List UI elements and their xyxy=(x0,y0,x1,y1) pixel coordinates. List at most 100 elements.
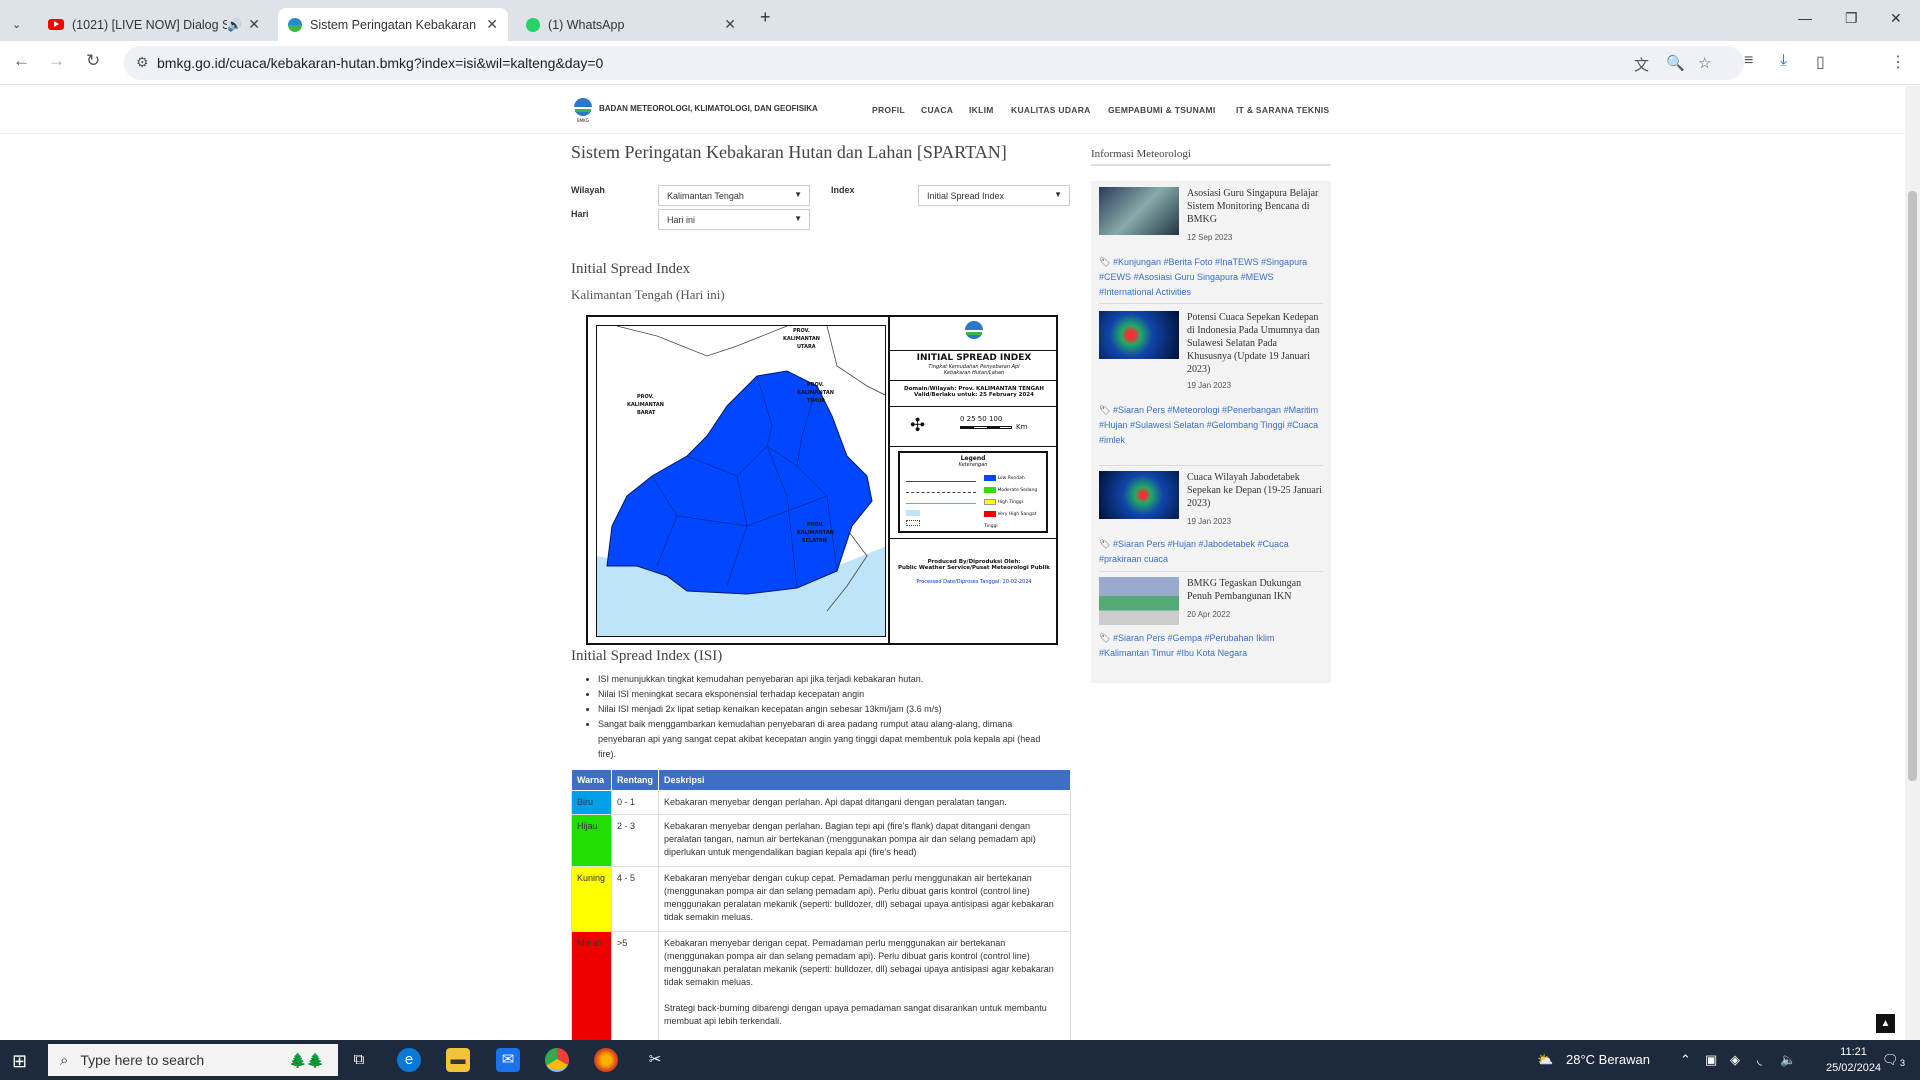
news-title[interactable]: Potensi Cuaca Sepekan Kedepan di Indones… xyxy=(1187,311,1323,376)
nav-cuaca[interactable]: CUACA xyxy=(921,105,953,115)
side-panel-icon[interactable]: ▯ xyxy=(1816,52,1825,72)
back-icon[interactable]: ← xyxy=(13,51,30,71)
news-date: 12 Sep 2023 xyxy=(1187,233,1233,242)
nav-kualitas-udara[interactable]: KUALITAS UDARA xyxy=(1011,105,1091,115)
clock-date: 25/02/2024 xyxy=(1826,1062,1882,1074)
map-info-panel: INITIAL SPREAD INDEX Tingkat Kemudahan P… xyxy=(888,317,1058,643)
hari-select[interactable]: Hari ini ▼ xyxy=(658,209,810,230)
sidebar-news: Asosiasi Guru Singapura Belajar Sistem M… xyxy=(1091,181,1331,683)
translate-icon[interactable]: 文 xyxy=(1634,54,1649,75)
news-title[interactable]: Cuaca Wilayah Jabodetabek Sepekan ke Dep… xyxy=(1187,471,1323,510)
nav-gempabumi[interactable]: GEMPABUMI & TSUNAMI xyxy=(1108,105,1216,115)
notification-icon[interactable]: 🗨 xyxy=(1882,1052,1899,1068)
volume-icon[interactable]: 🔈 xyxy=(1780,1052,1796,1068)
cell-deskripsi: Kebakaran menyebar dengan perlahan. Api … xyxy=(658,790,1071,815)
new-tab-button[interactable]: + xyxy=(760,7,771,28)
dropdown-caret-icon: ▼ xyxy=(794,190,802,199)
zoom-icon[interactable]: 🔍 xyxy=(1666,54,1685,72)
trees-illustration-icon: 🌲🌲 xyxy=(289,1051,324,1068)
isi-title: Initial Spread Index (ISI) xyxy=(571,648,723,664)
speaker-icon[interactable]: 🔊 xyxy=(227,18,242,32)
taskbar-clock[interactable]: 11:21 25/02/2024 xyxy=(1826,1044,1881,1076)
tag-icon: 🏷 xyxy=(1099,539,1111,549)
minimize-button[interactable]: — xyxy=(1798,10,1812,26)
table-row: Hijau 2 - 3 Kebakaran menyebar dengan pe… xyxy=(571,814,1071,867)
close-tab-icon[interactable]: ✕ xyxy=(486,16,498,33)
close-tab-icon[interactable]: ✕ xyxy=(248,16,260,33)
cell-rentang: 4 - 5 xyxy=(611,866,659,932)
news-thumbnail[interactable] xyxy=(1099,577,1179,625)
divider xyxy=(1099,465,1323,466)
nav-iklim[interactable]: IKLIM xyxy=(969,105,994,115)
kalimantan-map: PROV. KALIMANTAN BARAT PROV. KALIMANTAN … xyxy=(597,326,885,636)
web-page: BMKG BADAN METEOROLOGI, KLIMATOLOGI, DAN… xyxy=(0,86,1905,1040)
nav-profil[interactable]: PROFIL xyxy=(872,105,905,115)
download-icon[interactable]: ⤓ xyxy=(1780,52,1787,70)
news-title[interactable]: BMKG Tegaskan Dukungan Penuh Pembangunan… xyxy=(1187,577,1323,603)
map-domain-cell: Domain/Wilayah: Prov. KALIMANTAN TENGAH … xyxy=(890,381,1058,407)
windows-start-icon[interactable]: ⊞ xyxy=(12,1051,27,1072)
edge-icon[interactable]: e xyxy=(397,1048,421,1072)
news-item[interactable]: Cuaca Wilayah Jabodetabek Sepekan ke Dep… xyxy=(1099,471,1323,571)
close-window-button[interactable]: ✕ xyxy=(1890,10,1902,27)
weather-text[interactable]: 28°C Berawan xyxy=(1566,1052,1650,1067)
forward-icon[interactable]: → xyxy=(48,51,65,71)
legend-boundaries xyxy=(906,477,976,527)
snipping-tool-icon[interactable]: ✂ xyxy=(643,1048,667,1072)
network-icon[interactable]: ◈ xyxy=(1730,1052,1740,1068)
firefox-icon[interactable] xyxy=(594,1048,618,1072)
news-title[interactable]: Asosiasi Guru Singapura Belajar Sistem M… xyxy=(1187,187,1323,226)
legend-high: High Tinggi xyxy=(984,497,1046,509)
svg-text:BMKG: BMKG xyxy=(577,118,589,123)
news-thumbnail[interactable] xyxy=(1099,471,1179,519)
reload-icon[interactable]: ↻ xyxy=(86,51,100,71)
news-item[interactable]: Asosiasi Guru Singapura Belajar Sistem M… xyxy=(1099,187,1323,305)
bookmark-star-icon[interactable]: ☆ xyxy=(1698,54,1711,72)
map-scale-unit: Km xyxy=(1016,423,1028,431)
legend-moderate: Moderate Sedang xyxy=(984,485,1046,497)
restore-button[interactable]: ❐ xyxy=(1845,10,1858,27)
page-scrollbar[interactable] xyxy=(1905,86,1920,1040)
wilayah-label: Wilayah xyxy=(571,185,605,195)
index-select[interactable]: Initial Spread Index ▼ xyxy=(918,185,1070,206)
task-view-icon[interactable]: ⧉ xyxy=(347,1048,371,1072)
taskbar-search[interactable]: ⌕ Type here to search 🌲🌲 xyxy=(48,1044,338,1076)
mail-icon[interactable]: ✉ xyxy=(496,1048,520,1072)
news-thumbnail[interactable] xyxy=(1099,311,1179,359)
tray-chevron-icon[interactable]: ⌃ xyxy=(1680,1052,1691,1068)
address-bar[interactable]: ⚙ bmkg.go.id/cuaca/kebakaran-hutan.bmkg?… xyxy=(124,46,1744,80)
news-tags[interactable]: 🏷 #Siaran Pers #Gempa #Perubahan Iklim #… xyxy=(1099,631,1323,661)
file-explorer-icon[interactable]: ▬ xyxy=(446,1048,470,1072)
toolbar: ← → ↻ ⚙ bmkg.go.id/cuaca/kebakaran-hutan… xyxy=(0,41,1920,113)
tab-search-button[interactable]: ⌄ xyxy=(8,8,26,41)
news-thumbnail[interactable] xyxy=(1099,187,1179,235)
weather-icon[interactable]: ⛅ xyxy=(1537,1052,1553,1068)
tab-title: Sistem Peringatan Kebakaran H xyxy=(310,17,481,32)
menu-kebab-icon[interactable]: ⋮ xyxy=(1890,52,1906,72)
news-tags[interactable]: 🏷 #Siaran Pers #Hujan #Jabodetabek #Cuac… xyxy=(1099,537,1323,567)
dropdown-caret-icon: ▼ xyxy=(794,214,802,223)
hari-value: Hari ini xyxy=(667,215,696,225)
close-tab-icon[interactable]: ✕ xyxy=(724,16,736,33)
site-info-icon[interactable]: ⚙ xyxy=(136,54,149,71)
news-tags[interactable]: 🏷 #Kunjungan #Berita Foto #InaTEWS #Sing… xyxy=(1099,255,1323,300)
nav-it-sarana[interactable]: IT & SARANA TEKNIS xyxy=(1236,105,1329,115)
map-heading-cell: INITIAL SPREAD INDEX Tingkat Kemudahan P… xyxy=(890,351,1058,381)
bmkg-logo[interactable]: BMKG xyxy=(572,97,594,123)
cell-deskripsi: Kebakaran menyebar dengan perlahan. Bagi… xyxy=(658,814,1071,867)
tab-bmkg[interactable]: Sistem Peringatan Kebakaran H ✕ xyxy=(278,8,508,41)
scrollbar-thumb[interactable] xyxy=(1908,191,1917,781)
news-item[interactable]: BMKG Tegaskan Dukungan Penuh Pembangunan… xyxy=(1099,577,1323,677)
media-control-icon[interactable]: ≡ xyxy=(1744,52,1753,70)
news-tags[interactable]: 🏷 #Siaran Pers #Meteorologi #Penerbangan… xyxy=(1099,403,1323,448)
back-to-top-button[interactable]: ▲ xyxy=(1876,1014,1895,1033)
news-item[interactable]: Potensi Cuaca Sepekan Kedepan di Indones… xyxy=(1099,311,1323,461)
chrome-icon[interactable] xyxy=(545,1048,569,1072)
table-row: Biru 0 - 1 Kebakaran menyebar dengan per… xyxy=(571,790,1071,815)
wilayah-select[interactable]: Kalimantan Tengah ▼ xyxy=(658,185,810,206)
tab-whatsapp[interactable]: (1) WhatsApp ✕ xyxy=(516,8,746,41)
meet-now-icon[interactable]: ▣ xyxy=(1705,1052,1717,1068)
svg-text:SELATAN: SELATAN xyxy=(802,538,827,544)
wifi-icon[interactable]: ◟ xyxy=(1757,1052,1762,1068)
tab-youtube[interactable]: (1021) [LIVE NOW] Dialog S 🔊 ✕ xyxy=(38,8,270,41)
